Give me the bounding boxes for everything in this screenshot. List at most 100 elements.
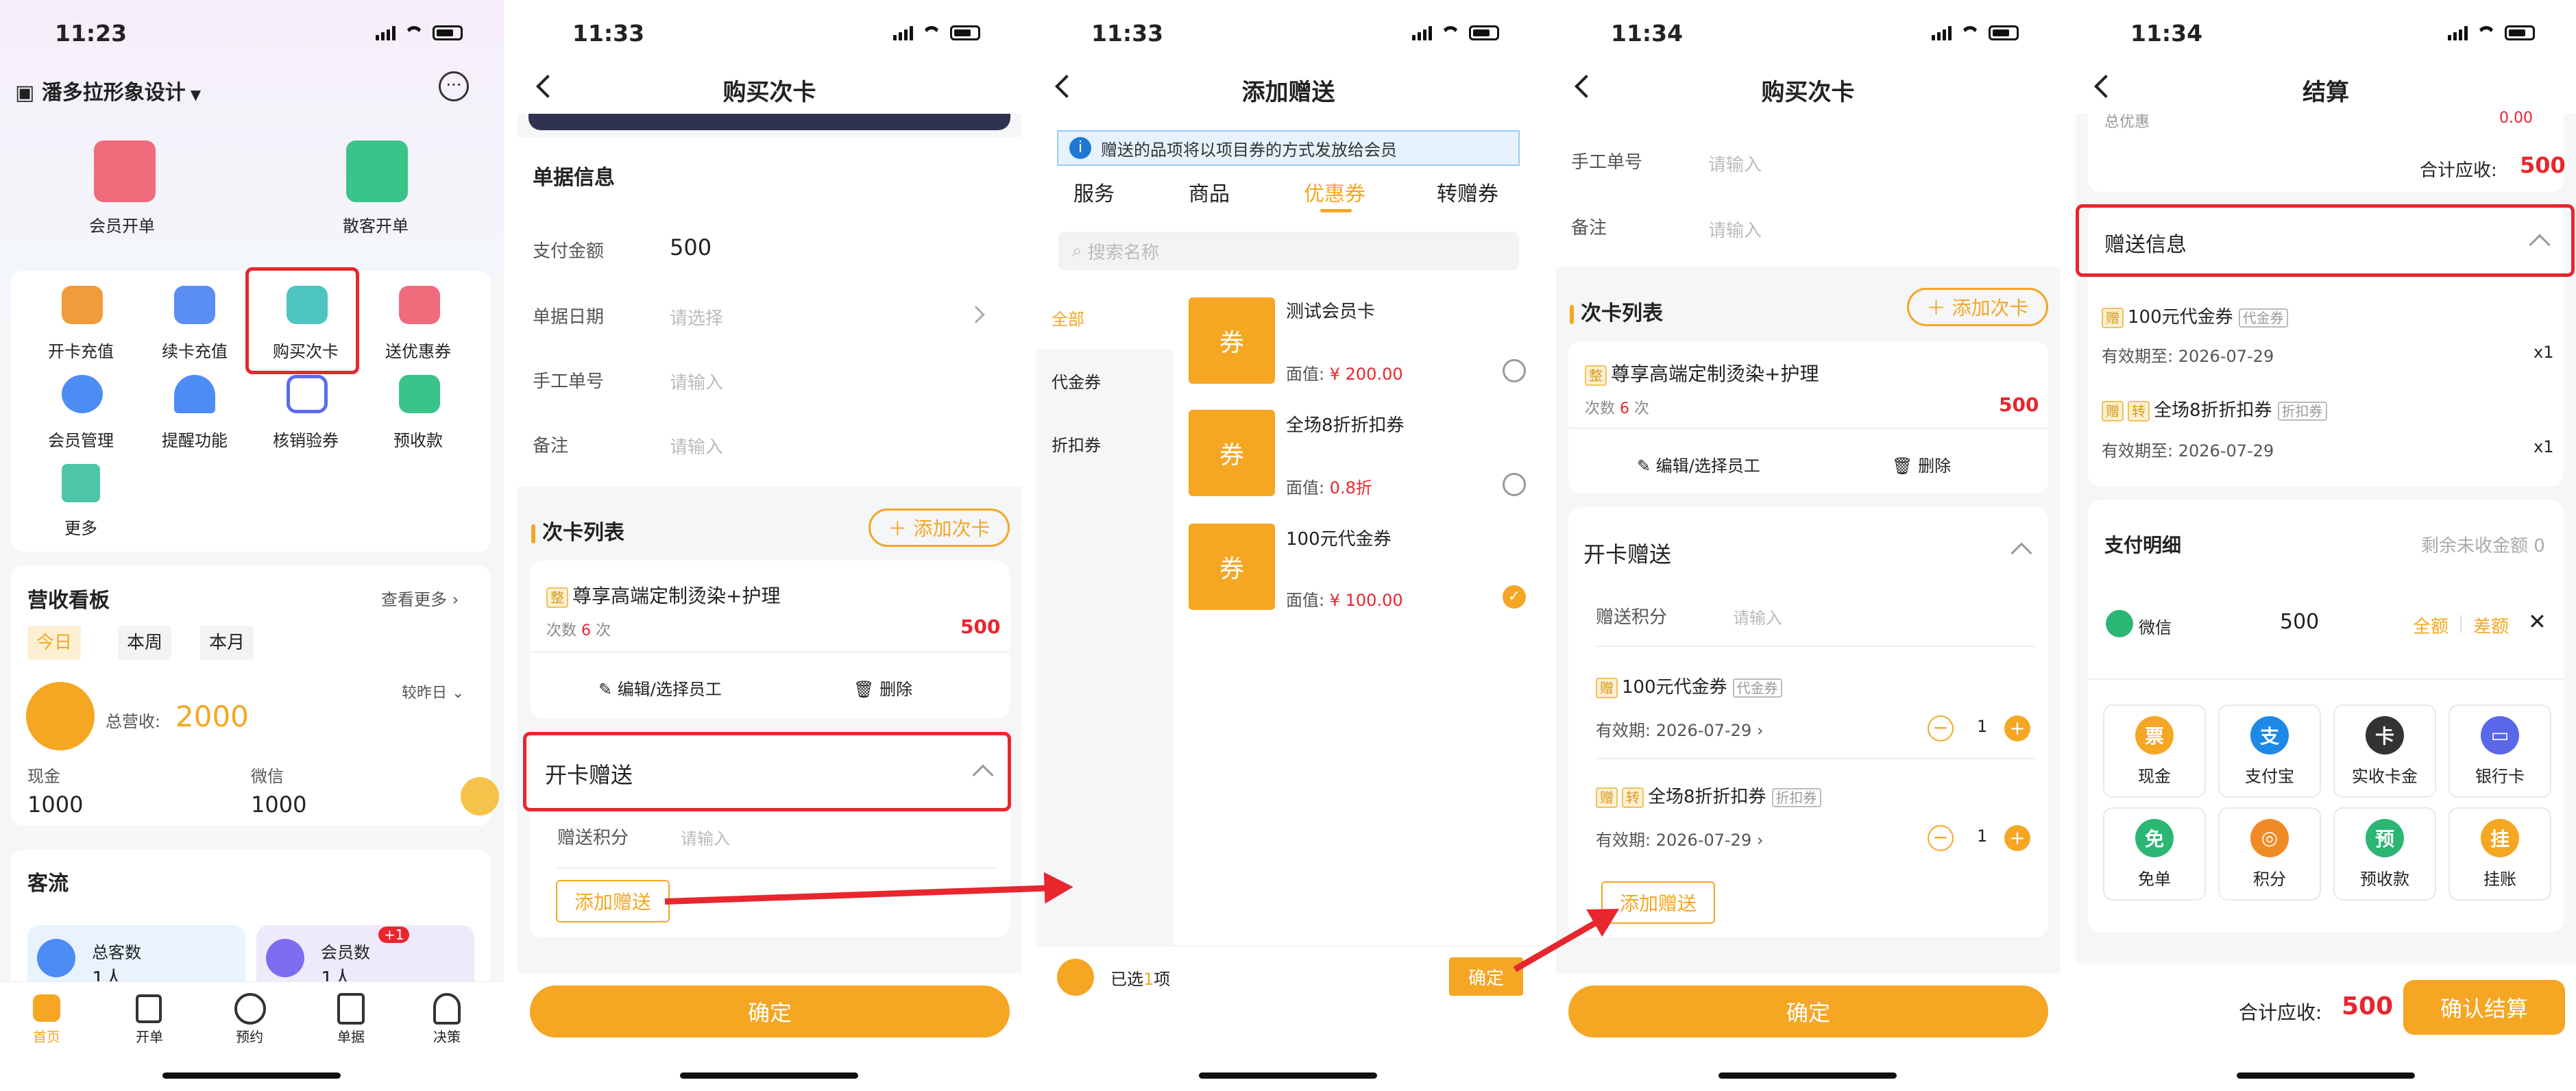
- coupon-radio[interactable]: [1503, 473, 1526, 496]
- payment-method-button[interactable]: 票现金: [2103, 704, 2206, 798]
- date-picker[interactable]: 请选择: [670, 304, 723, 330]
- gift-item-expiry: 有效期至: 2026-07-29: [2102, 347, 2274, 366]
- gift-qty[interactable]: 1: [1977, 826, 1987, 846]
- back-icon[interactable]: [1575, 75, 1598, 98]
- add-gift-button[interactable]: 添加赠送: [556, 880, 670, 922]
- guest-order-icon[interactable]: [346, 140, 408, 202]
- pay-amount-value[interactable]: 500: [670, 234, 712, 260]
- user-tab-icon[interactable]: [433, 993, 461, 1025]
- remark-input[interactable]: 请输入: [1708, 217, 1762, 242]
- manual-no-input[interactable]: 请输入: [670, 369, 723, 394]
- wifi-icon: [1442, 26, 1459, 40]
- remark-input[interactable]: 请输入: [670, 433, 723, 458]
- receipt-tab-icon[interactable]: [337, 993, 365, 1025]
- grid-item-label[interactable]: 开卡充值: [48, 338, 114, 362]
- gift-points-input[interactable]: 请输入: [1733, 604, 1782, 628]
- grid-item-label[interactable]: 更多: [64, 515, 97, 539]
- gift-points-input[interactable]: 请输入: [681, 825, 730, 849]
- tab-home[interactable]: 首页: [33, 1026, 60, 1046]
- confirm-button[interactable]: 确定: [1568, 985, 2048, 1038]
- order-tab-icon[interactable]: [136, 994, 162, 1023]
- full-amount-button[interactable]: 全额: [2413, 613, 2449, 638]
- edit-staff-button[interactable]: ✎ 编辑/选择员工: [1637, 452, 1760, 476]
- minus-icon[interactable]: −: [1928, 715, 1954, 741]
- confirm-button[interactable]: 确定: [1449, 957, 1523, 996]
- delete-button[interactable]: 🗑 删除: [853, 676, 912, 700]
- close-icon[interactable]: ✕: [2528, 609, 2547, 635]
- member-manage-icon[interactable]: [62, 375, 103, 413]
- member-order-icon[interactable]: [94, 140, 156, 202]
- manual-no-input[interactable]: 请输入: [1708, 151, 1762, 176]
- tab-coupon[interactable]: 优惠券: [1304, 177, 1365, 207]
- tab-goods[interactable]: 商品: [1189, 177, 1230, 207]
- chat-float-icon[interactable]: [461, 777, 499, 816]
- compare-selector[interactable]: 较昨日 ⌄: [402, 681, 464, 702]
- total-customers-label: 总客数: [92, 943, 141, 962]
- tab-transfer[interactable]: 转赠券: [1437, 177, 1498, 207]
- search-input[interactable]: ⌕ 搜索名称: [1058, 232, 1519, 270]
- tab-decision[interactable]: 决策: [433, 1026, 461, 1046]
- confirm-checkout-button[interactable]: 确认结算: [2403, 980, 2565, 1035]
- store-selector[interactable]: ▣ 潘多拉形象设计 ▼: [15, 75, 201, 106]
- tab-booking[interactable]: 预约: [236, 1026, 263, 1046]
- add-card-button[interactable]: ＋ 添加次卡: [1907, 288, 2048, 326]
- clock-tab-icon[interactable]: [234, 993, 266, 1025]
- period-tab-month[interactable]: 本月: [200, 626, 254, 660]
- period-tab-week[interactable]: 本周: [118, 626, 171, 660]
- payment-method-button[interactable]: ◎ 积分: [2218, 807, 2321, 900]
- grid-item-label[interactable]: 续卡充值: [162, 338, 228, 362]
- grid-item-label[interactable]: 送优惠券: [385, 338, 451, 362]
- back-icon[interactable]: [536, 75, 559, 98]
- edit-staff-button[interactable]: ✎ 编辑/选择员工: [598, 676, 722, 700]
- sum-value: 500: [2520, 152, 2566, 178]
- tab-service[interactable]: 服务: [1073, 177, 1115, 207]
- grid-item-label[interactable]: 核销验券: [273, 427, 339, 451]
- payment-method-button[interactable]: 挂挂账: [2449, 807, 2551, 900]
- payment-method-button[interactable]: 支支付宝: [2218, 704, 2321, 798]
- delete-button[interactable]: 🗑 删除: [1892, 452, 1951, 476]
- add-card-button[interactable]: ＋ 添加次卡: [868, 508, 1010, 547]
- category-voucher[interactable]: 代金券: [1052, 369, 1101, 393]
- grid-item-label[interactable]: 提醒功能: [162, 427, 228, 451]
- period-tab-today[interactable]: 今日: [27, 626, 81, 660]
- payment-method-label: 预收款: [2360, 869, 2409, 889]
- grid-item-label[interactable]: 会员管理: [48, 427, 114, 451]
- payment-method-button[interactable]: 免免单: [2103, 807, 2206, 900]
- back-icon[interactable]: [2094, 75, 2117, 98]
- coupon-radio[interactable]: [1503, 359, 1526, 382]
- total-revenue-label: 总营收:: [106, 712, 161, 731]
- gift-item-expiry[interactable]: 有效期: 2026-07-29 ›: [1596, 826, 1763, 850]
- back-icon[interactable]: [1055, 75, 1078, 98]
- tab-receipts[interactable]: 单据: [337, 1026, 365, 1046]
- send-coupon-icon[interactable]: [399, 286, 440, 324]
- home-tab-icon[interactable]: [33, 994, 60, 1022]
- open-card-icon[interactable]: [62, 286, 103, 324]
- plus-icon[interactable]: +: [2004, 825, 2030, 851]
- view-more-link[interactable]: 查看更多 ›: [381, 586, 459, 610]
- gift-section-title: 开卡赠送: [1583, 541, 1672, 567]
- wechat-amount-input[interactable]: 500: [2280, 610, 2319, 634]
- category-all[interactable]: 全部: [1052, 306, 1084, 330]
- total-summary: 总优惠 0.00 合计应收: 500: [2088, 110, 2566, 192]
- grid-item-label[interactable]: 预收款: [393, 427, 443, 451]
- payment-method-icon: 挂: [2481, 818, 2519, 857]
- scan-verify-icon[interactable]: [287, 375, 328, 413]
- payment-method-button[interactable]: ▭ 银行卡: [2449, 704, 2551, 798]
- difference-button[interactable]: 差额: [2473, 613, 2509, 638]
- coupon-radio-checked[interactable]: ✓: [1503, 585, 1526, 609]
- tab-order[interactable]: 开单: [136, 1026, 163, 1046]
- renew-card-icon[interactable]: [174, 286, 215, 324]
- chevron-up-icon[interactable]: [2010, 542, 2032, 564]
- prepaid-icon[interactable]: [399, 375, 440, 413]
- payment-method-button[interactable]: 卡实收卡金: [2333, 704, 2436, 798]
- message-icon[interactable]: ···: [439, 71, 469, 101]
- reminder-bell-icon[interactable]: [174, 375, 215, 413]
- more-grid-icon[interactable]: [62, 464, 100, 502]
- gift-qty[interactable]: 1: [1977, 717, 1987, 736]
- category-discount[interactable]: 折扣券: [1052, 432, 1101, 456]
- gift-item-expiry[interactable]: 有效期: 2026-07-29 ›: [1596, 717, 1763, 741]
- plus-icon[interactable]: +: [2004, 715, 2030, 741]
- confirm-button[interactable]: 确定: [530, 985, 1010, 1038]
- payment-method-button[interactable]: 预预收款: [2333, 807, 2436, 900]
- minus-icon[interactable]: −: [1928, 825, 1954, 851]
